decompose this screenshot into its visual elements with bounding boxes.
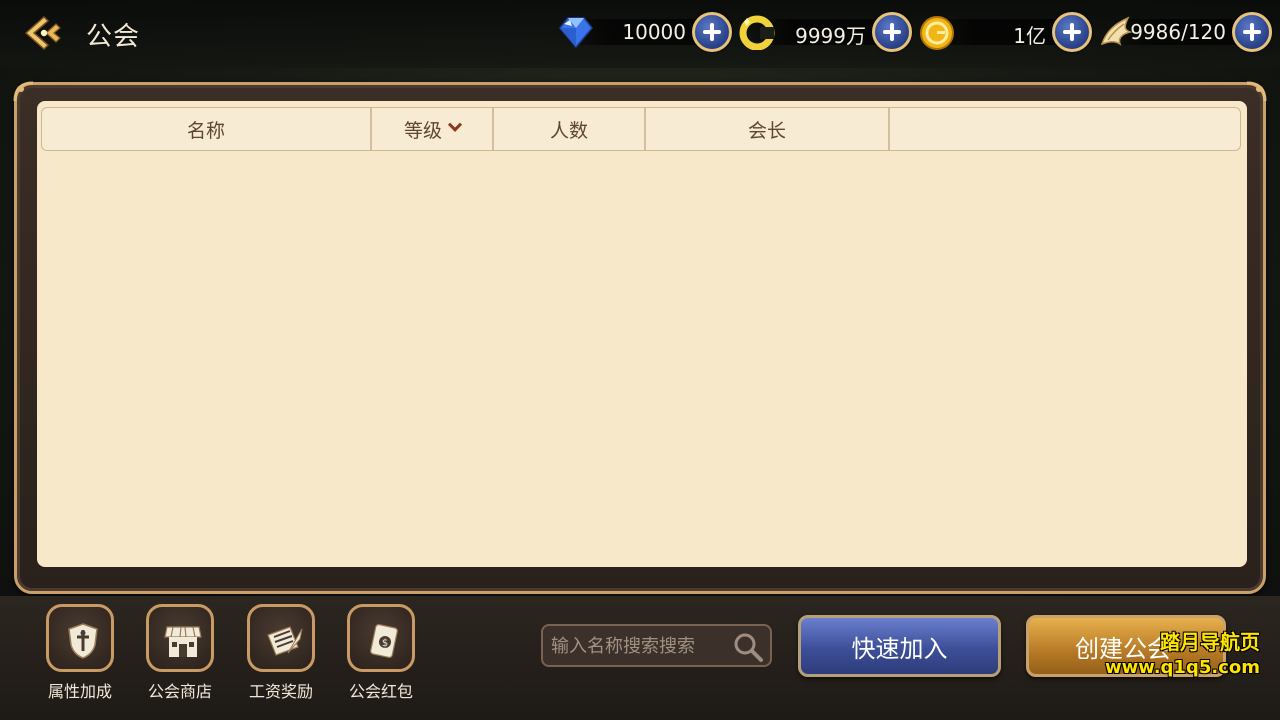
column-header-action	[890, 108, 1240, 150]
gold-value: 1亿	[1013, 24, 1046, 48]
currency-diamond: 10000	[556, 12, 732, 52]
back-arrow-icon[interactable]	[22, 14, 62, 52]
scroll-quill-icon	[267, 626, 303, 656]
search-input[interactable]	[551, 634, 731, 658]
table-header: 名称 等级 人数 会长	[41, 107, 1241, 151]
attribute-bonus-button[interactable]: 属性加成	[40, 600, 120, 701]
guild-list-area[interactable]: 名称 等级 人数 会长	[37, 101, 1247, 567]
red-envelope-button[interactable]: $ 公会红包	[341, 600, 421, 701]
guild-shop-button[interactable]: 公会商店	[140, 600, 220, 701]
currency-stamina: 9986/120	[1098, 12, 1272, 52]
top-bar: 公会 10000 9999万 1亿 9986/120	[0, 0, 1280, 68]
c-coin-icon	[738, 14, 776, 51]
search-box	[541, 624, 772, 667]
column-header-leader[interactable]: 会长	[646, 108, 890, 150]
column-header-name[interactable]: 名称	[42, 108, 372, 150]
salary-reward-button[interactable]: 工资奖励	[241, 600, 321, 701]
add-coupon-button[interactable]	[872, 12, 912, 52]
quick-join-button[interactable]: 快速加入	[798, 615, 1001, 677]
sort-down-icon[interactable]	[447, 117, 463, 132]
diamond-icon	[556, 14, 594, 50]
coupon-value: 9999万	[795, 24, 866, 48]
currency-gold: 1亿	[918, 12, 1092, 52]
column-header-members[interactable]: 人数	[494, 108, 646, 150]
corner-ornament-icon	[13, 81, 34, 102]
shield-sword-icon	[68, 623, 98, 659]
gold-coin-icon	[918, 14, 956, 50]
add-stamina-button[interactable]	[1232, 12, 1272, 52]
svg-text:$: $	[382, 638, 388, 649]
stamina-value: 9986/120	[1130, 20, 1226, 44]
column-header-level[interactable]: 等级	[372, 108, 494, 150]
add-gold-button[interactable]	[1052, 12, 1092, 52]
watermark: 踏月导航页 www.q1q5.com	[1104, 630, 1260, 678]
guild-list-panel: 名称 等级 人数 会长	[13, 81, 1267, 594]
currency-coupon: 9999万	[738, 12, 912, 52]
page-title: 公会	[86, 22, 141, 52]
shop-icon	[164, 626, 202, 657]
add-diamond-button[interactable]	[692, 12, 732, 52]
search-icon[interactable]	[732, 631, 764, 663]
corner-ornament-icon	[1246, 81, 1267, 102]
diamond-value: 10000	[622, 20, 686, 44]
red-envelope-icon: $	[370, 623, 398, 659]
